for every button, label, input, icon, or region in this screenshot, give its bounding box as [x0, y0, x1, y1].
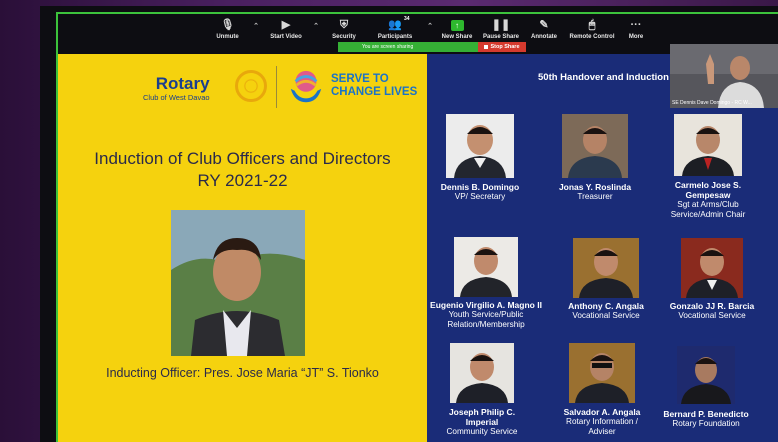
serve-to-change-lives: SERVE TO CHANGE LIVES	[331, 73, 418, 98]
officer-photo	[450, 343, 514, 403]
slide-right-title: 50th Handover and Induction o	[538, 72, 678, 83]
officer-card: Jonas Y. Roslinda Treasurer	[549, 114, 641, 202]
slide-title: Induction of Club Officers and Directors…	[94, 149, 391, 190]
officer-photo	[674, 114, 742, 176]
officer-photo	[573, 238, 639, 298]
officer-card: Carmelo Jose S. Gempesaw Sgt at Arms/Clu…	[660, 114, 756, 220]
officer-photo	[454, 237, 518, 297]
self-view-name: SE Dennis Dave Domingo - RC W...	[672, 100, 752, 106]
rotary-logo-text: Rotary Club of West Davao	[143, 74, 210, 103]
officer-card: Gonzalo JJ R. Barcia Vocational Service	[662, 238, 762, 321]
officer-card: Joseph Philip C. Imperial Community Serv…	[436, 343, 528, 437]
rotary-wheel-logo	[235, 70, 267, 102]
officer-card: Dennis B. Domingo VP/ Secretary	[432, 114, 528, 202]
officer-photo	[681, 238, 743, 298]
officer-photo	[677, 346, 735, 404]
inducting-officer-photo	[171, 210, 305, 356]
officer-card: Bernard P. Benedicto Rotary Foundation	[654, 346, 758, 429]
globe-hands-logo	[290, 70, 322, 103]
inducting-officer-caption: Inducting Officer: Pres. Jose Maria “JT”…	[106, 366, 379, 380]
officer-photo	[569, 343, 635, 403]
officer-card: Eugenio Virgilio A. Magno II Youth Servi…	[424, 237, 548, 330]
self-video-thumbnail[interactable]: SE Dennis Dave Domingo - RC W...	[670, 44, 778, 108]
officer-card: Salvador A. Angala Rotary Information / …	[556, 343, 648, 437]
officer-card: Anthony C. Angala Vocational Service	[556, 238, 656, 321]
officer-photo	[446, 114, 514, 178]
logo-divider	[276, 66, 277, 108]
officer-photo	[562, 114, 628, 178]
